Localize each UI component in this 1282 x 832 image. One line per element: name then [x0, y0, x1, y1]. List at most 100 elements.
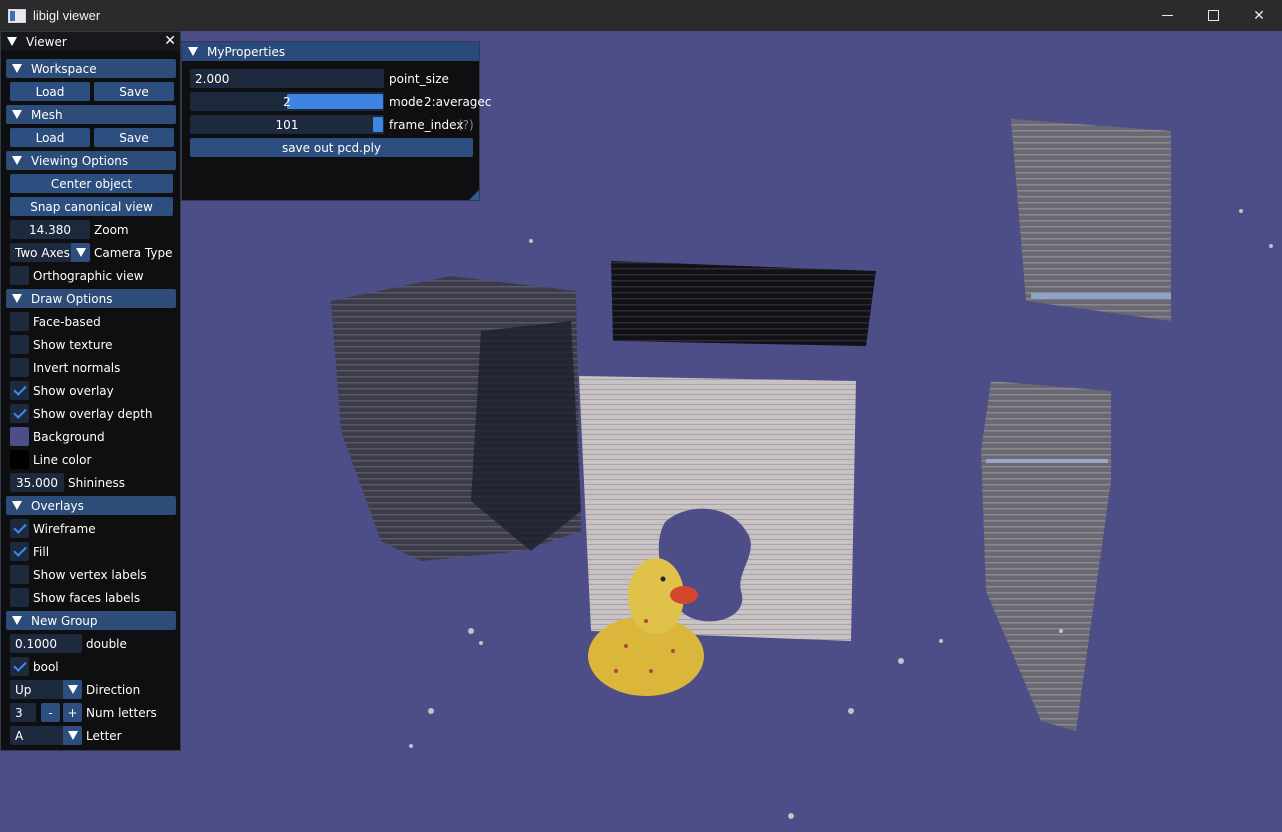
expand-triangle-icon — [12, 156, 22, 165]
orthographic-view-checkbox[interactable] — [10, 266, 29, 285]
zoom-input[interactable]: 14.380 — [10, 220, 90, 239]
right-upper-points — [1011, 119, 1171, 321]
show-overlay-label: Show overlay — [33, 383, 114, 398]
direction-value: Up — [15, 682, 32, 697]
header-label: Workspace — [31, 61, 97, 76]
double-label: double — [86, 636, 127, 651]
checkmark-icon — [12, 543, 27, 557]
expand-triangle-icon — [12, 64, 22, 73]
mode-text: 2:averagec — [424, 94, 492, 109]
help-marker[interactable]: (?) — [458, 115, 474, 134]
header-mesh[interactable]: Mesh — [6, 105, 176, 124]
wireframe-label: Wireframe — [33, 521, 96, 536]
num-letters-label: Num letters — [86, 705, 157, 720]
header-label: Overlays — [31, 498, 84, 513]
collapse-triangle-icon[interactable] — [188, 47, 198, 56]
my-properties-title-text: MyProperties — [207, 44, 286, 59]
right-wall-stripe — [986, 459, 1108, 463]
expand-triangle-icon — [12, 110, 22, 119]
mode-slider-value: 2 — [283, 94, 291, 109]
mesh-load-button[interactable]: Load — [10, 128, 90, 147]
show-texture-checkbox[interactable] — [10, 335, 29, 354]
invert-normals-label: Invert normals — [33, 360, 121, 375]
shininess-label: Shininess — [68, 475, 125, 490]
expand-triangle-icon — [12, 294, 22, 303]
center-object-button[interactable]: Center object — [10, 174, 173, 193]
checkmark-icon — [12, 382, 27, 396]
direction-label: Direction — [86, 682, 141, 697]
frame-index-value: 101 — [275, 117, 299, 132]
camera-type-select[interactable]: Two Axes — [10, 243, 90, 262]
show-vertex-labels-checkbox[interactable] — [10, 565, 29, 584]
chevron-down-icon[interactable] — [63, 726, 82, 745]
direction-select[interactable]: Up — [10, 680, 82, 699]
show-texture-label: Show texture — [33, 337, 113, 352]
save-pcd-button[interactable]: save out pcd.ply — [190, 138, 473, 157]
show-overlay-checkbox[interactable] — [10, 381, 29, 400]
show-faces-labels-checkbox[interactable] — [10, 588, 29, 607]
checkmark-icon — [12, 405, 27, 419]
show-overlay-depth-checkbox[interactable] — [10, 404, 29, 423]
show-overlay-depth-label: Show overlay depth — [33, 406, 153, 421]
header-viewing-options[interactable]: Viewing Options — [6, 151, 176, 170]
frame-index-label: frame_index — [389, 117, 464, 132]
shininess-input[interactable]: 35.000 — [10, 473, 64, 492]
fill-checkbox[interactable] — [10, 542, 29, 561]
close-icon: ✕ — [1253, 7, 1265, 23]
maximize-button[interactable] — [1190, 0, 1236, 31]
invert-normals-checkbox[interactable] — [10, 358, 29, 377]
resize-grip-icon[interactable] — [469, 190, 479, 200]
header-label: Draw Options — [31, 291, 113, 306]
face-based-checkbox[interactable] — [10, 312, 29, 331]
expand-triangle-icon — [12, 616, 22, 625]
wireframe-checkbox[interactable] — [10, 519, 29, 538]
window-title: libigl viewer — [33, 8, 101, 23]
line-color-swatch[interactable] — [10, 450, 29, 469]
frame-index-slider[interactable]: 101 — [190, 115, 384, 134]
background-label: Background — [33, 429, 105, 444]
minimize-button[interactable] — [1144, 0, 1190, 31]
checkmark-icon — [12, 520, 27, 534]
double-input[interactable]: 0.1000 — [10, 634, 82, 653]
mode-slider[interactable]: 2 — [190, 92, 384, 111]
close-window-button[interactable]: ✕ — [1236, 0, 1282, 31]
workspace-save-button[interactable]: Save — [94, 82, 174, 101]
maximize-icon — [1207, 10, 1219, 21]
mesh-save-button[interactable]: Save — [94, 128, 174, 147]
point-size-input[interactable]: 2.000 — [190, 69, 384, 88]
show-vertex-labels-label: Show vertex labels — [33, 567, 147, 582]
collapse-triangle-icon[interactable] — [7, 37, 17, 46]
header-draw-options[interactable]: Draw Options — [6, 289, 176, 308]
header-new-group[interactable]: New Group — [6, 611, 176, 630]
chevron-down-icon[interactable] — [71, 243, 90, 262]
letter-select[interactable]: A — [10, 726, 82, 745]
my-properties-title[interactable]: MyProperties — [182, 42, 479, 61]
viewer-panel-title[interactable]: Viewer ✕ — [1, 32, 180, 51]
camera-type-label: Camera Type — [94, 245, 173, 260]
header-label: Mesh — [31, 107, 63, 122]
expand-triangle-icon — [12, 501, 22, 510]
background-color-swatch[interactable] — [10, 427, 29, 446]
minimize-icon — [1161, 15, 1173, 16]
workspace-load-button[interactable]: Load — [10, 82, 90, 101]
close-panel-icon[interactable]: ✕ — [164, 33, 176, 49]
num-letters-increment-button[interactable]: + — [63, 703, 82, 722]
viewer-panel-title-text: Viewer — [26, 34, 67, 49]
fill-label: Fill — [33, 544, 50, 559]
chevron-down-icon[interactable] — [63, 680, 82, 699]
header-label: New Group — [31, 613, 98, 628]
letter-value: A — [15, 728, 24, 743]
bool-checkbox[interactable] — [10, 657, 29, 676]
snap-canonical-view-button[interactable]: Snap canonical view — [10, 197, 173, 216]
num-letters-input[interactable]: 3 — [10, 703, 36, 722]
header-overlays[interactable]: Overlays — [6, 496, 176, 515]
bool-label: bool — [33, 659, 59, 674]
header-workspace[interactable]: Workspace — [6, 59, 176, 78]
show-faces-labels-label: Show faces labels — [33, 590, 141, 605]
mode-label: mode — [389, 94, 424, 109]
point-size-label: point_size — [389, 71, 449, 86]
letter-label: Letter — [86, 728, 122, 743]
orthographic-view-label: Orthographic view — [33, 268, 144, 283]
num-letters-decrement-button[interactable]: - — [41, 703, 60, 722]
line-color-label: Line color — [33, 452, 92, 467]
